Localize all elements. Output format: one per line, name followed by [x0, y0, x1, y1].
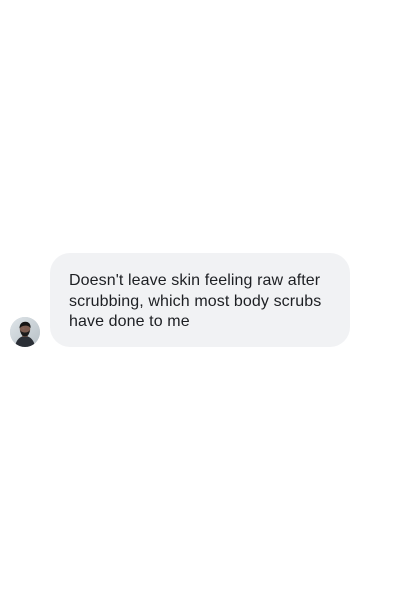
message-bubble: Doesn't leave skin feeling raw after scr… [50, 253, 350, 347]
user-avatar-icon[interactable] [10, 317, 40, 347]
chat-message-row: Doesn't leave skin feeling raw after scr… [10, 253, 350, 347]
message-text: Doesn't leave skin feeling raw after scr… [69, 272, 322, 330]
